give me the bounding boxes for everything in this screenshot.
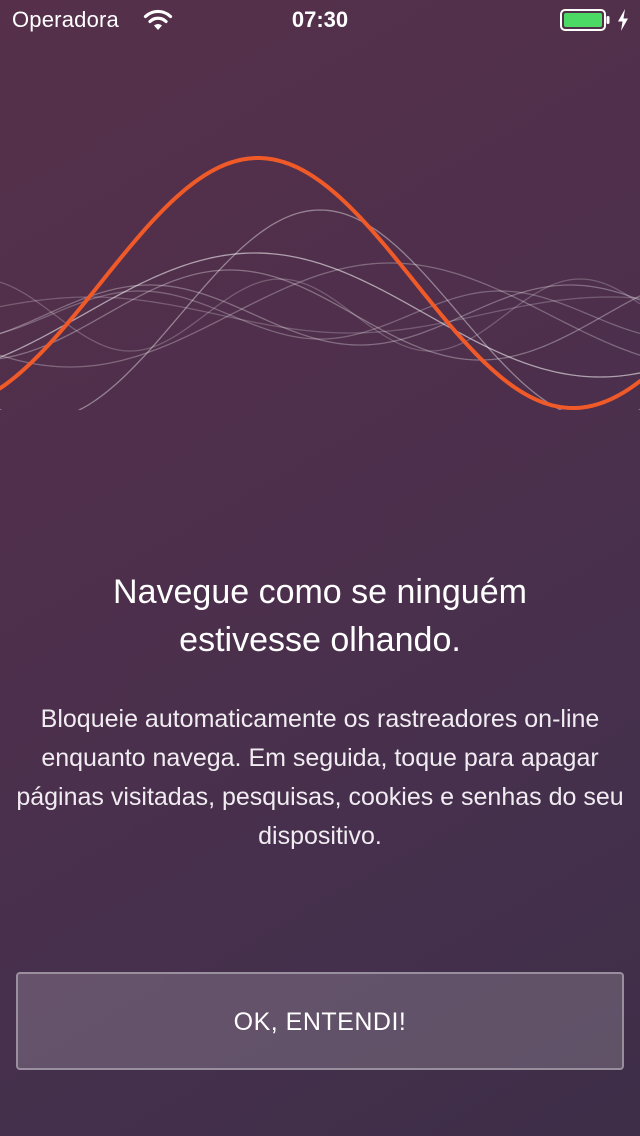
thin-wave-line [0, 269, 640, 361]
onboarding-headline: Navegue como se ninguém estivesse olhand… [113, 573, 527, 659]
thin-wave-line [0, 209, 640, 410]
battery-icon [560, 9, 610, 31]
thin-wave-line [0, 284, 640, 346]
sound-wave-illustration [0, 156, 640, 410]
ok-understood-button[interactable]: OK, ENTENDI! [16, 972, 624, 1070]
status-time: 07:30 [291, 7, 349, 32]
thin-wave-line [0, 296, 640, 334]
orange-wave [0, 156, 640, 410]
thin-wave-line [0, 252, 640, 378]
charging-bolt-icon [618, 9, 628, 31]
onboarding-description: Bloqueie automaticamente os rastreadores… [16, 705, 624, 850]
thin-wave-line [0, 262, 640, 368]
status-bar: Operadora 07:30 [0, 0, 640, 40]
